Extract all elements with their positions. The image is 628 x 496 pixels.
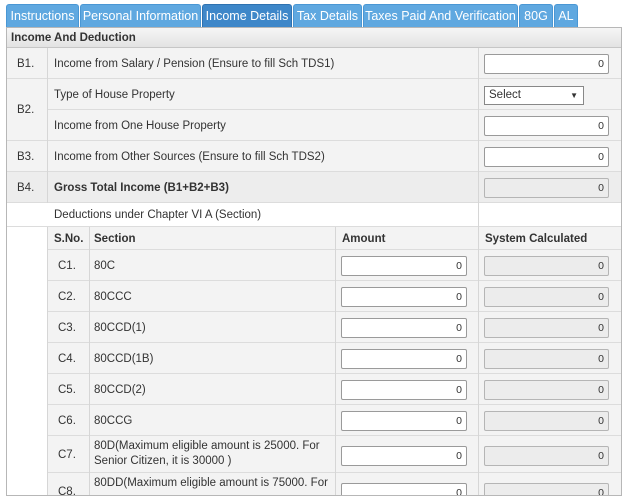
amount-input-80dd[interactable] (341, 483, 467, 495)
system-calculated-80d (484, 446, 609, 466)
tab-tax-details[interactable]: Tax Details (293, 4, 362, 27)
row-sno: C1. (58, 260, 76, 272)
header-sno: S.No. (54, 233, 84, 245)
deductions-title-row: Deductions under Chapter VI A (Section) (7, 203, 621, 227)
column-divider (478, 48, 479, 495)
income-details-panel: Income And Deduction B1. Income from Sal… (6, 27, 622, 496)
row-b4: B4. Gross Total Income (B1+B2+B3) (7, 172, 621, 203)
header-system-calculated: System Calculated (485, 233, 588, 245)
row-section-line1: 80D(Maximum eligible amount is 25000. Fo… (94, 440, 320, 452)
row-code: B3. (17, 151, 35, 163)
row-sno: C5. (58, 384, 76, 396)
system-calculated-80dd (484, 483, 609, 495)
house-property-type-label: Type of House Property (54, 89, 175, 101)
row-section: 80CCC (94, 291, 132, 303)
amount-input-80ccd1[interactable] (341, 318, 467, 338)
dropdown-arrow-icon: ▼ (570, 91, 578, 100)
tab-personal-information[interactable]: Personal Information (80, 4, 201, 27)
section-header: Income And Deduction (7, 28, 621, 48)
table-row: C7. 80D(Maximum eligible amount is 25000… (47, 436, 621, 473)
row-section: 80CCD(1B) (94, 353, 154, 365)
system-calculated-80ccd2 (484, 380, 609, 400)
gross-total-income-input (484, 178, 609, 198)
amount-input-80ccc[interactable] (341, 287, 467, 307)
tab-taxes-paid-verification[interactable]: Taxes Paid And Verification (363, 4, 518, 27)
row-sno: C7. (58, 449, 76, 461)
amount-input-80ccd1b[interactable] (341, 349, 467, 369)
table-row: C2. 80CCC (47, 281, 621, 312)
column-divider (47, 48, 48, 203)
table-row: C5. 80CCD(2) (47, 374, 621, 405)
row-section: 80CCD(2) (94, 384, 146, 396)
amount-input-80ccd2[interactable] (341, 380, 467, 400)
table-row: C8. 80DD(Maximum eligible amount is 7500… (47, 473, 621, 496)
row-b2: B2. Type of House Property Select ▼ Inco… (7, 79, 621, 141)
table-row: C6. 80CCG (47, 405, 621, 436)
row-section: 80CCD(1) (94, 322, 146, 334)
column-divider (47, 227, 48, 495)
other-sources-income-label: Income from Other Sources (Ensure to fil… (54, 151, 325, 163)
column-divider (89, 227, 90, 495)
deductions-header-row: S.No. Section Amount System Calculated (47, 227, 621, 250)
amount-input-80d[interactable] (341, 446, 467, 466)
row-divider (47, 109, 621, 110)
tab-al[interactable]: AL (554, 4, 578, 27)
row-sno: C3. (58, 322, 76, 334)
house-property-income-input[interactable] (484, 116, 609, 136)
row-sno: C6. (58, 415, 76, 427)
tab-bar: Instructions Personal Information Income… (0, 0, 628, 28)
column-divider (335, 227, 336, 495)
select-value: Select (489, 89, 521, 101)
house-property-type-select[interactable]: Select ▼ (484, 86, 584, 105)
row-b1: B1. Income from Salary / Pension (Ensure… (7, 48, 621, 79)
house-property-income-label: Income from One House Property (54, 120, 226, 132)
row-section: 80C (94, 260, 116, 272)
system-calculated-80c (484, 256, 609, 276)
row-b3: B3. Income from Other Sources (Ensure to… (7, 141, 621, 172)
system-calculated-80ccg (484, 411, 609, 431)
gross-total-income-label: Gross Total Income (B1+B2+B3) (54, 182, 229, 194)
row-section: 80CCG (94, 415, 133, 427)
amount-input-80ccg[interactable] (341, 411, 467, 431)
row-sno: C4. (58, 353, 76, 365)
header-section: Section (94, 233, 136, 245)
salary-income-label: Income from Salary / Pension (Ensure to … (54, 58, 335, 70)
row-sno: C8. (58, 486, 76, 496)
header-amount: Amount (342, 233, 386, 245)
amount-input-80c[interactable] (341, 256, 467, 276)
tab-income-details[interactable]: Income Details (202, 4, 292, 27)
row-sno: C2. (58, 291, 76, 303)
system-calculated-80ccd1 (484, 318, 609, 338)
system-calculated-80ccc (484, 287, 609, 307)
other-sources-income-input[interactable] (484, 147, 609, 167)
row-code: B4. (17, 182, 35, 194)
tab-instructions[interactable]: Instructions (6, 4, 79, 27)
row-code: B1. (17, 58, 35, 70)
row-section-line1: 80DD(Maximum eligible amount is 75000. F… (94, 477, 328, 489)
row-section-line2: Senior Citizen, it is 30000 ) (94, 455, 232, 467)
deductions-title: Deductions under Chapter VI A (Section) (54, 209, 262, 221)
table-row: C3. 80CCD(1) (47, 312, 621, 343)
row-code: B2. (17, 104, 35, 116)
table-row: C1. 80C (47, 250, 621, 281)
deductions-indent (7, 227, 47, 495)
tab-80g[interactable]: 80G (519, 4, 553, 27)
system-calculated-80ccd1b (484, 349, 609, 369)
salary-income-input[interactable] (484, 54, 609, 74)
table-row: C4. 80CCD(1B) (47, 343, 621, 374)
